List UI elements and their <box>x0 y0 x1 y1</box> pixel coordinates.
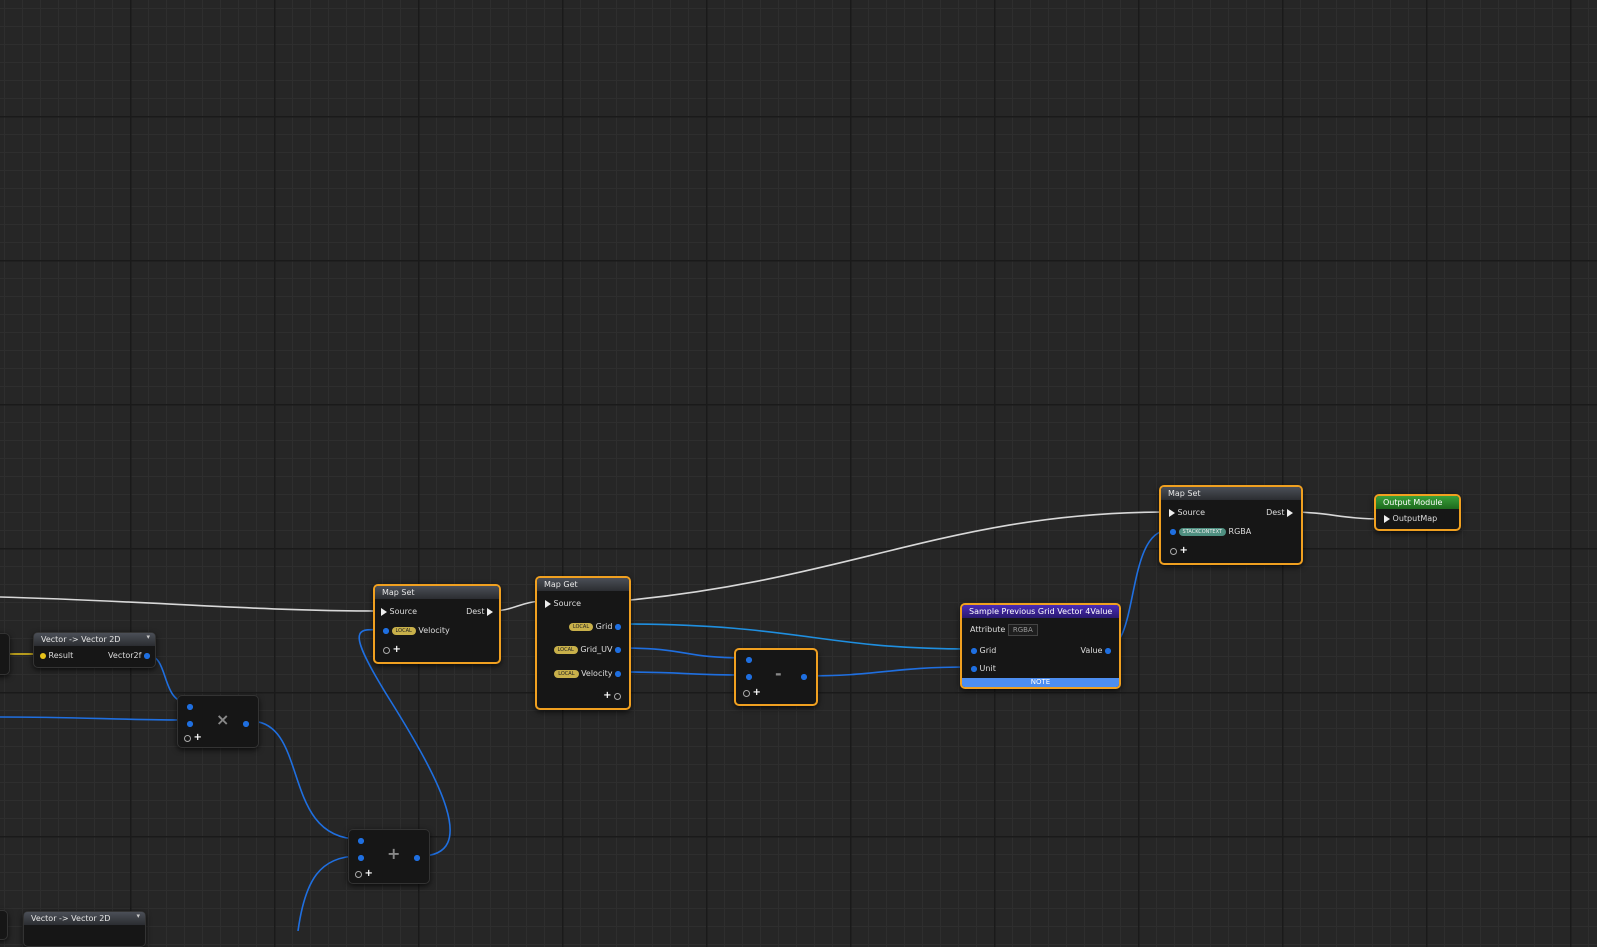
map-set-node[interactable]: Map Set Source Dest LOCAL Velocity + <box>373 584 501 664</box>
value-pin[interactable] <box>1105 647 1111 654</box>
unit-pin[interactable] <box>971 665 977 672</box>
note-bar[interactable]: NOTE <box>962 678 1119 687</box>
local-badge: LOCAL <box>553 645 578 654</box>
dest-label: Dest <box>466 607 485 616</box>
subtract-node[interactable]: - + <box>734 648 818 706</box>
velocity-pin[interactable] <box>615 670 621 677</box>
vector-wire-mul-add <box>249 720 360 840</box>
vector-wire-griduv <box>619 647 748 659</box>
plus-icon[interactable]: + <box>194 732 202 743</box>
map-set-node-2[interactable]: Map Set Source Dest STACKCONTEXT RGBA + <box>1159 485 1303 565</box>
local-badge: LOCAL <box>554 669 579 678</box>
exec-out-pin[interactable] <box>1287 508 1293 517</box>
grid-pin[interactable] <box>615 623 621 630</box>
exec-wire-mapget-mapset2 <box>619 511 1168 602</box>
add-pin-icon[interactable] <box>614 692 621 700</box>
multiply-node[interactable]: × + <box>177 695 259 748</box>
rgba-label: RGBA <box>1228 527 1252 536</box>
sample-previous-grid-node[interactable]: Sample Previous Grid Vector 4Value Attri… <box>960 603 1121 689</box>
grid-pin[interactable] <box>971 647 977 654</box>
map-get-node[interactable]: Map Get Source LOCAL Grid LOCAL Grid_UV … <box>535 576 631 710</box>
exec-wire-mapset2-output <box>1289 511 1384 520</box>
input-pin-b[interactable] <box>187 721 193 727</box>
subtract-symbol: - <box>775 664 782 683</box>
add-pin-icon[interactable] <box>383 646 390 654</box>
source-label: Source <box>389 607 418 616</box>
stackcontext-badge: STACKCONTEXT <box>1178 527 1226 536</box>
add-pin-icon[interactable] <box>355 870 362 878</box>
output-pin[interactable] <box>801 674 807 680</box>
plus-icon[interactable]: + <box>753 687 761 698</box>
vector-wire-grid <box>619 623 970 650</box>
local-badge: LOCAL <box>568 622 594 631</box>
multiply-symbol: × <box>216 710 230 729</box>
vector-to-vector2d-node-2[interactable]: Vector -> Vector 2D ▾ <box>23 911 146 947</box>
vector-to-vector2d-node[interactable]: Vector -> Vector 2D ▾ Result Vector2f <box>33 632 156 668</box>
result-pin[interactable] <box>40 652 46 659</box>
attribute-label: Attribute <box>970 625 1006 634</box>
value-label: Value <box>1080 646 1103 655</box>
chevron-down-icon[interactable]: ▾ <box>146 633 150 641</box>
exec-in-pin[interactable] <box>545 599 551 608</box>
input-pin-b[interactable] <box>746 674 752 680</box>
vector2f-pin[interactable] <box>144 652 150 659</box>
outputmap-label: OutputMap <box>1392 514 1438 523</box>
chevron-down-icon[interactable]: ▾ <box>136 912 140 920</box>
output-module-node[interactable]: Output Module OutputMap <box>1374 494 1461 531</box>
node-title: Map Set <box>375 586 499 599</box>
add-pin-icon[interactable] <box>184 734 191 742</box>
exec-in-pin[interactable] <box>381 607 387 616</box>
node-title: Sample Previous Grid Vector 4Value <box>962 605 1119 618</box>
dest-label: Dest <box>1266 508 1285 517</box>
add-node[interactable]: + + <box>348 829 430 884</box>
exec-in-pin[interactable] <box>1384 514 1390 523</box>
plus-icon[interactable]: + <box>365 868 373 879</box>
source-label: Source <box>1177 508 1206 517</box>
velocity-label: Velocity <box>581 669 613 678</box>
vector2f-label: Vector2f <box>108 651 142 660</box>
plus-icon[interactable]: + <box>393 644 401 655</box>
offscreen-node-bottom[interactable] <box>0 910 8 940</box>
add-pin-icon[interactable] <box>1170 547 1177 555</box>
velocity-pin[interactable] <box>383 627 389 634</box>
grid-uv-label: Grid_UV <box>580 645 613 654</box>
output-pin[interactable] <box>414 855 420 861</box>
grid-label: Grid <box>979 646 997 655</box>
output-pin[interactable] <box>243 721 249 727</box>
plus-icon[interactable]: + <box>1180 545 1188 556</box>
grid-label: Grid <box>595 622 613 631</box>
connection-wires <box>0 511 1384 931</box>
node-title: Vector -> Vector 2D <box>24 912 145 925</box>
vector-wire-velocity <box>619 671 748 676</box>
rgba-pin[interactable] <box>1170 528 1176 535</box>
input-pin-a[interactable] <box>746 657 752 663</box>
grid-uv-pin[interactable] <box>615 646 621 653</box>
exec-wire-in <box>0 596 383 612</box>
unit-label: Unit <box>979 664 996 673</box>
exec-out-pin[interactable] <box>487 607 493 616</box>
node-title: Map Get <box>537 578 629 591</box>
node-title: Map Set <box>1161 487 1301 500</box>
result-label: Result <box>48 651 74 660</box>
local-badge: LOCAL <box>391 626 416 635</box>
input-pin-a[interactable] <box>187 704 193 710</box>
add-symbol: + <box>387 844 401 863</box>
attribute-field[interactable]: RGBA <box>1007 623 1038 636</box>
node-title: Vector -> Vector 2D <box>34 633 155 646</box>
plus-icon[interactable]: + <box>603 690 611 701</box>
input-pin-a[interactable] <box>358 838 364 844</box>
add-pin-icon[interactable] <box>743 689 750 697</box>
vector-wire-in-mul <box>0 716 190 721</box>
input-pin-b[interactable] <box>358 855 364 861</box>
offscreen-node[interactable] <box>0 633 10 675</box>
velocity-label: Velocity <box>418 626 450 635</box>
exec-in-pin[interactable] <box>1169 508 1175 517</box>
node-title: Output Module <box>1376 496 1459 509</box>
vector-wire-sub-unit <box>804 666 970 677</box>
source-label: Source <box>553 599 582 608</box>
